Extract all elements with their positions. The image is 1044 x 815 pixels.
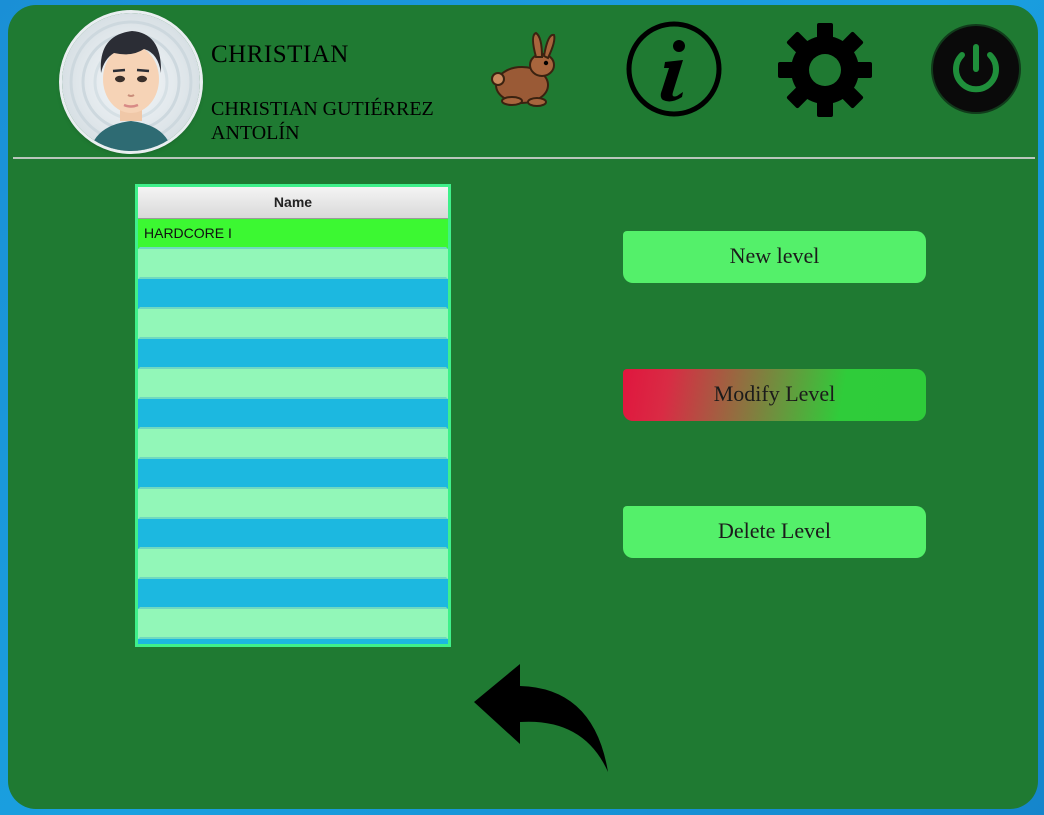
table-row[interactable] (138, 489, 448, 519)
username: CHRISTIAN (211, 41, 349, 68)
table-row[interactable] (138, 639, 448, 644)
new-level-button[interactable]: New level (623, 231, 926, 283)
header: CHRISTIAN CHRISTIAN GUTIÉRREZ ANTOLÍN (8, 5, 1038, 160)
gear-icon[interactable] (776, 21, 874, 119)
back-arrow-icon[interactable] (470, 660, 610, 778)
modify-level-button[interactable]: Modify Level (623, 369, 926, 421)
header-divider (13, 157, 1035, 159)
table-row[interactable] (138, 519, 448, 549)
avatar[interactable] (62, 13, 200, 151)
table-row[interactable] (138, 369, 448, 399)
levels-table[interactable]: Name HARDCORE I (135, 184, 451, 647)
table-row[interactable] (138, 249, 448, 279)
column-header-name[interactable]: Name (138, 187, 448, 219)
table-row[interactable] (138, 549, 448, 579)
rabbit-icon[interactable] (482, 27, 564, 109)
delete-level-button[interactable]: Delete Level (623, 506, 926, 558)
table-row[interactable] (138, 429, 448, 459)
table-row[interactable]: HARDCORE I (138, 219, 448, 249)
levels-list: HARDCORE I (138, 219, 448, 644)
table-row[interactable] (138, 279, 448, 309)
table-row[interactable] (138, 579, 448, 609)
table-row[interactable] (138, 339, 448, 369)
main-window: CHRISTIAN CHRISTIAN GUTIÉRREZ ANTOLÍN Na… (8, 5, 1038, 809)
table-row[interactable] (138, 609, 448, 639)
info-icon[interactable] (625, 20, 723, 118)
table-row[interactable] (138, 459, 448, 489)
power-icon[interactable] (930, 23, 1022, 115)
table-row[interactable] (138, 309, 448, 339)
full-name: CHRISTIAN GUTIÉRREZ ANTOLÍN (211, 98, 434, 144)
table-row[interactable] (138, 399, 448, 429)
